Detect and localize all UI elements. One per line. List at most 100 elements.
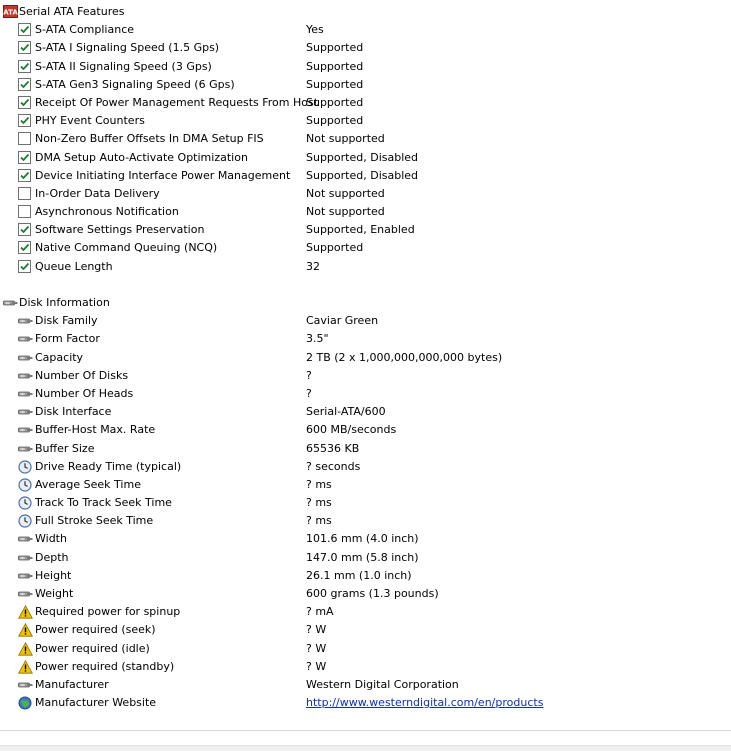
- property-label: Capacity: [35, 350, 84, 364]
- section-items-serial-ata: S-ATA Compliance Yes S-ATA I Signaling Spe…: [0, 21, 731, 276]
- ata-icon: ATA: [3, 5, 18, 19]
- property-value: Caviar Green: [306, 314, 379, 328]
- property-label: Number Of Heads: [35, 386, 134, 400]
- property-row-full-stroke-seek-time[interactable]: Full Stroke Seek Time ? ms: [0, 512, 731, 530]
- property-row-power-required-seek[interactable]: Power required (seek) ? W: [0, 621, 731, 639]
- property-row-in-order-data-delivery[interactable]: In-Order Data Delivery Not supported: [0, 185, 731, 203]
- property-label: Buffer-Host Max. Rate: [35, 423, 156, 437]
- checkbox-checked-icon[interactable]: [18, 223, 32, 237]
- disk-icon: [18, 569, 33, 583]
- property-label: Power required (seek): [35, 623, 156, 637]
- property-row-s-ata-compliance[interactable]: S-ATA Compliance Yes: [0, 21, 731, 39]
- property-value: 600 grams (1.3 pounds): [306, 587, 439, 600]
- section-items-disk-information: Disk Family Caviar Green Form Factor 3.5" Ca…: [0, 312, 731, 712]
- section-title: Serial ATA Features: [19, 5, 125, 18]
- property-label: Non-Zero Buffer Offsets In DMA Setup FIS: [35, 132, 264, 146]
- checkbox-checked-icon[interactable]: [18, 23, 32, 37]
- section-header-serial-ata[interactable]: ATA Serial ATA Features: [0, 3, 731, 21]
- footer-panel: [0, 745, 731, 751]
- property-value: ? W: [306, 659, 327, 673]
- property-row-track-to-track-seek-time[interactable]: Track To Track Seek Time ? ms: [0, 494, 731, 512]
- property-row-power-required-standby[interactable]: Power required (standby) ? W: [0, 658, 731, 676]
- property-value: ? ms: [306, 496, 332, 510]
- checkbox-checked-icon[interactable]: [18, 259, 32, 274]
- property-row-queue-length[interactable]: Queue Length 32: [0, 258, 731, 276]
- disk-icon: [18, 587, 33, 601]
- property-row-asynchronous-notification[interactable]: Asynchronous Notification Not supported: [0, 203, 731, 221]
- property-value: Not supported: [306, 132, 385, 146]
- property-row-phy-event-counters[interactable]: PHY Event Counters Supported: [0, 112, 731, 130]
- property-row-height[interactable]: Height 26.1 mm (1.0 inch): [0, 567, 731, 585]
- disk-icon: [18, 314, 33, 328]
- property-label: Form Factor: [35, 332, 100, 346]
- checkbox-checked-icon[interactable]: [18, 77, 32, 92]
- property-value: ? ms: [306, 514, 332, 528]
- property-value: 600 MB/seconds: [306, 423, 397, 437]
- section-header-disk-information[interactable]: Disk Information: [0, 294, 731, 312]
- checkbox-checked-icon[interactable]: [18, 95, 32, 110]
- disk-icon: [18, 351, 33, 365]
- property-value: ?: [306, 368, 312, 382]
- property-row-weight[interactable]: Weight 600 grams (1.3 pounds): [0, 585, 731, 603]
- property-row-power-required-idle[interactable]: Power required (idle) ? W: [0, 640, 731, 658]
- property-row-s-ata-gen3-signaling-speed-6-gps[interactable]: S-ATA Gen3 Signaling Speed (6 Gps) Suppor…: [0, 76, 731, 94]
- checkbox-unchecked-icon[interactable]: [18, 205, 32, 219]
- property-row-manufacturer-website[interactable]: Manufacturer Website http://www.westerndi…: [0, 694, 731, 712]
- property-row-depth[interactable]: Depth 147.0 mm (5.8 inch): [0, 549, 731, 567]
- property-value: ?: [306, 386, 312, 400]
- property-row-receipt-of-power-management-requests-from-host[interactable]: Receipt Of Power Management Requests Fro…: [0, 94, 731, 112]
- property-row-number-of-disks[interactable]: Number Of Disks?: [0, 367, 731, 385]
- property-value: 32: [306, 259, 320, 273]
- property-label: Height: [35, 568, 72, 582]
- property-row-software-settings-preservation[interactable]: Software Settings Preservation Supported,…: [0, 221, 731, 239]
- property-row-form-factor[interactable]: Form Factor 3.5": [0, 330, 731, 348]
- warning-icon: [18, 641, 33, 656]
- checkbox-checked-icon[interactable]: [18, 59, 32, 74]
- property-value: Not supported: [306, 186, 385, 200]
- checkbox-unchecked-icon[interactable]: [18, 132, 32, 146]
- property-row-dma-setup-auto-activate-optimization[interactable]: DMA Setup Auto-Activate Optimization Supp…: [0, 149, 731, 167]
- warning-icon: [18, 659, 33, 674]
- property-row-native-command-queuing-ncq[interactable]: Native Command Queuing (NCQ) Supported: [0, 239, 731, 257]
- property-row-drive-ready-time-typical[interactable]: Drive Ready Time (typical) ? seconds: [0, 458, 731, 476]
- property-label: Manufacturer Website: [35, 696, 157, 710]
- checkbox-checked-icon[interactable]: [18, 168, 32, 183]
- property-row-disk-family[interactable]: Disk Family Caviar Green: [0, 312, 731, 330]
- property-value: ? W: [306, 623, 327, 637]
- property-label: Power required (standby): [35, 659, 175, 673]
- property-row-average-seek-time[interactable]: Average Seek Time ? ms: [0, 476, 731, 494]
- checkbox-checked-icon[interactable]: [18, 41, 32, 55]
- property-value: Supported: [306, 59, 364, 73]
- property-value: Supported, Disabled: [306, 168, 419, 182]
- property-row-device-initiating-interface-power-management[interactable]: Device Initiating Interface Power Manage…: [0, 167, 731, 185]
- property-label: Number Of Disks: [35, 368, 129, 382]
- property-label: Disk Family: [35, 314, 98, 328]
- property-row-required-power-for-spinup[interactable]: Required power for spinup ? mA: [0, 603, 731, 621]
- globe-icon: [18, 696, 32, 710]
- property-row-number-of-heads[interactable]: Number Of Heads?: [0, 385, 731, 403]
- property-label: S-ATA I Signaling Speed (1.5 Gps): [35, 41, 220, 55]
- property-label: Width: [35, 532, 67, 546]
- property-row-buffer-host-max-rate[interactable]: Buffer-Host Max. Rate 600 MB/seconds: [0, 421, 731, 439]
- property-row-manufacturer[interactable]: Manufacturer Western Digital Corporation: [0, 676, 731, 694]
- property-row-width[interactable]: Width 101.6 mm (4.0 inch): [0, 530, 731, 548]
- property-row-disk-interface[interactable]: Disk Interface Serial-ATA/600: [0, 403, 731, 421]
- divider: [0, 730, 731, 731]
- property-label: Device Initiating Interface Power Manage…: [35, 168, 291, 182]
- property-row-non-zero-buffer-offsets-in-dma-setup-fis[interactable]: Non-Zero Buffer Offsets In DMA Setup FIS…: [0, 130, 731, 148]
- checkbox-unchecked-icon[interactable]: [18, 186, 32, 201]
- manufacturer-website-link[interactable]: http://www.westerndigital.com/en/product…: [306, 694, 543, 712]
- checkbox-checked-icon[interactable]: [18, 241, 32, 255]
- property-value: Serial-ATA/600: [306, 405, 386, 419]
- property-row-buffer-size[interactable]: Buffer Size 65536 KB: [0, 440, 731, 458]
- checkbox-checked-icon[interactable]: [18, 114, 32, 128]
- disk-icon: [18, 532, 33, 546]
- disk-icon: [18, 387, 33, 401]
- disk-icon: [18, 369, 33, 383]
- property-row-s-ata-ii-signaling-speed-3-gps[interactable]: S-ATA II Signaling Speed (3 Gps) Supporte…: [0, 58, 731, 76]
- property-label: Asynchronous Notification: [35, 205, 179, 219]
- property-row-s-ata-i-signaling-speed-1-5-gps[interactable]: S-ATA I Signaling Speed (1.5 Gps) Support…: [0, 39, 731, 57]
- checkbox-checked-icon[interactable]: [18, 150, 32, 165]
- property-value: Supported: [306, 114, 364, 128]
- property-row-capacity[interactable]: Capacity 2 TB (2 x 1,000,000,000,000 byte…: [0, 349, 731, 367]
